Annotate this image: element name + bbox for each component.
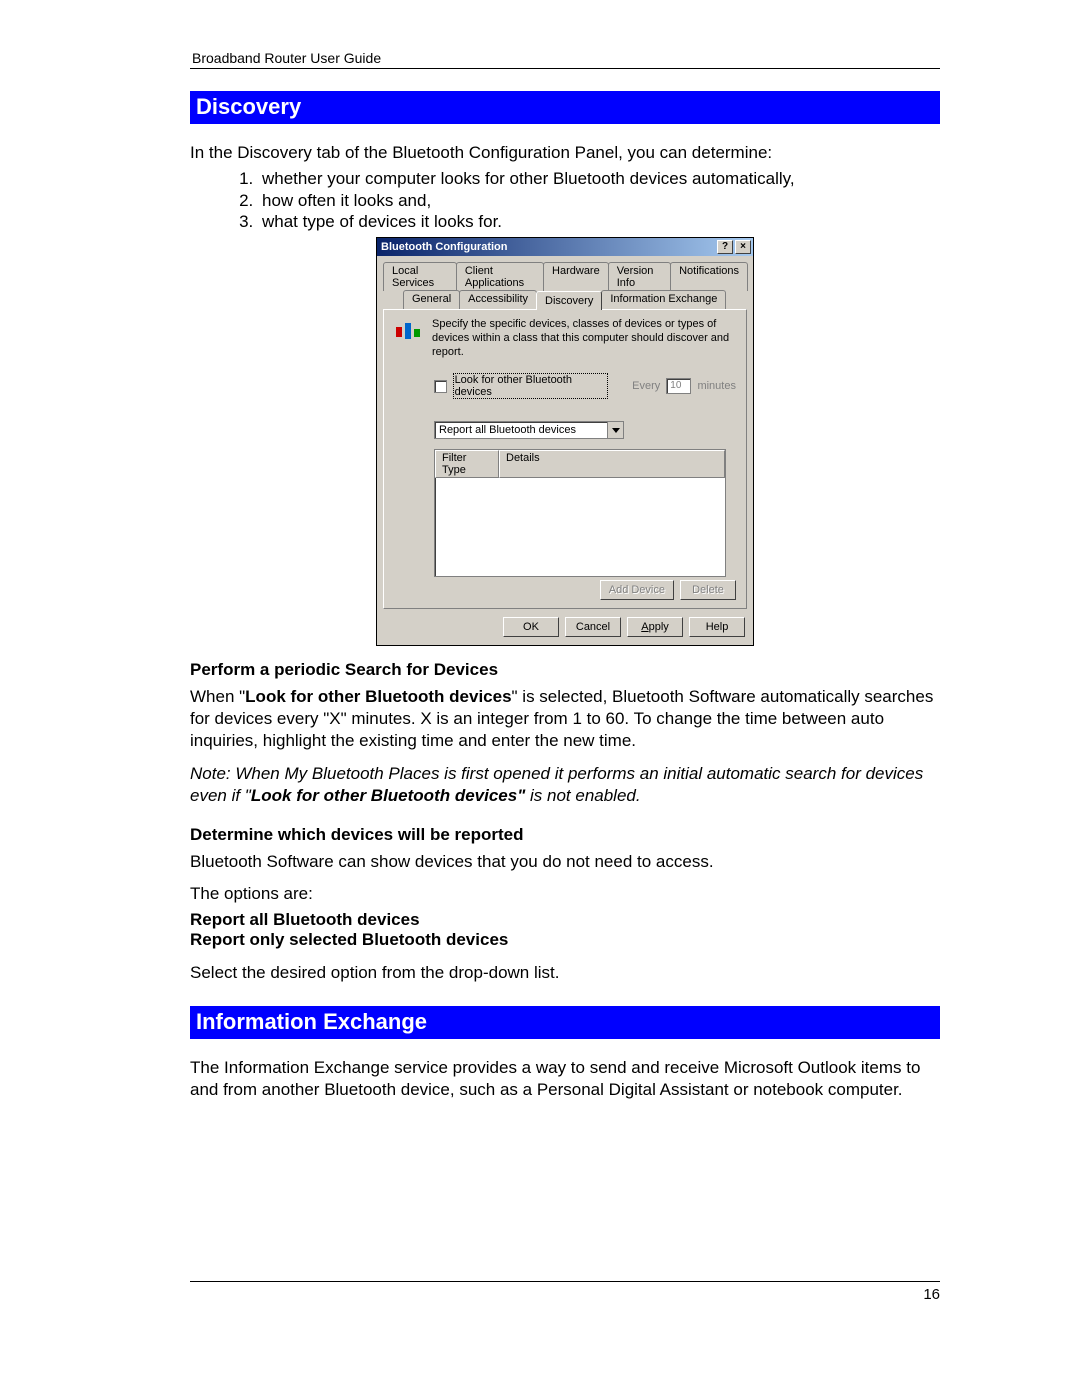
tab-row-2: General Accessibility Discovery Informat… [383,290,747,309]
close-icon: × [740,242,746,252]
look-checkbox-label[interactable]: Look for other Bluetooth devices [453,373,609,399]
header-rule [190,68,940,69]
every-label: Every [632,380,660,392]
periodic-note: Note: When My Bluetooth Places is first … [190,763,940,807]
option-report-selected: Report only selected Bluetooth devices [190,930,940,950]
titlebar-close-button[interactable]: × [735,240,751,254]
col-filter-type[interactable]: Filter Type [435,450,499,478]
bluetooth-config-dialog: Bluetooth Configuration ? × Local Servic… [376,237,754,646]
determine-p1: Bluetooth Software can show devices that… [190,851,940,873]
filter-list-header: Filter Type Details [435,450,725,478]
options-block: Report all Bluetooth devices Report only… [190,910,940,950]
section-heading-discovery: Discovery [190,91,940,124]
page: Broadband Router User Guide Discovery In… [0,0,1080,1397]
chevron-down-icon[interactable] [607,422,623,438]
discovery-tab-panel: Specify the specific devices, classes of… [383,309,747,609]
filter-listbox[interactable]: Filter Type Details [434,449,726,577]
info-exchange-p1: The Information Exchange service provide… [190,1057,940,1101]
ok-button[interactable]: OK [503,617,559,637]
text-bold: Look for other Bluetooth devices [245,687,511,706]
tab-notifications[interactable]: Notifications [670,262,748,291]
apply-underline: A [641,621,648,633]
dialog-titlebar[interactable]: Bluetooth Configuration ? × [377,238,753,256]
look-checkbox[interactable] [434,380,447,393]
subheading-periodic-search: Perform a periodic Search for Devices [190,660,940,680]
tab-discovery[interactable]: Discovery [536,291,602,310]
apply-rest: pply [649,621,669,633]
page-number: 16 [190,1286,940,1303]
discovery-list-item: what type of devices it looks for. [258,211,940,233]
discovery-description: Specify the specific devices, classes of… [432,318,736,359]
tab-local-services[interactable]: Local Services [383,262,457,291]
dialog-body: Local Services Client Applications Hardw… [377,256,753,645]
discovery-intro: In the Discovery tab of the Bluetooth Co… [190,142,940,164]
apply-button[interactable]: Apply [627,617,683,637]
dialog-container: Bluetooth Configuration ? × Local Servic… [190,237,940,646]
tab-hardware[interactable]: Hardware [543,262,609,291]
determine-p3: Select the desired option from the drop-… [190,962,940,984]
bluetooth-icon [394,320,422,342]
cancel-button[interactable]: Cancel [565,617,621,637]
help-button[interactable]: Help [689,617,745,637]
tab-information-exchange[interactable]: Information Exchange [601,290,726,309]
dialog-button-row: OK Cancel Apply Help [383,609,747,637]
discovery-list-item: how often it looks and, [258,190,940,212]
delete-button[interactable]: Delete [680,580,736,600]
report-dropdown[interactable]: Report all Bluetooth devices [434,421,624,439]
tab-general[interactable]: General [403,290,460,309]
every-minutes-input[interactable]: 10 [666,378,691,394]
tab-row-1: Local Services Client Applications Hardw… [383,262,747,291]
text: When " [190,687,245,706]
look-for-devices-row: Look for other Bluetooth devices Every 1… [434,373,736,399]
report-dropdown-value: Report all Bluetooth devices [435,424,607,436]
page-header: Broadband Router User Guide [190,50,940,66]
option-report-all: Report all Bluetooth devices [190,910,940,930]
titlebar-help-button[interactable]: ? [717,240,733,254]
section-heading-info-exchange: Information Exchange [190,1006,940,1039]
text: is not enabled. [525,786,640,805]
col-details[interactable]: Details [499,450,725,478]
footer-rule [190,1281,940,1282]
dialog-title: Bluetooth Configuration [381,241,507,253]
add-device-button[interactable]: Add Device [600,580,674,600]
help-icon: ? [722,242,728,252]
tab-version-info[interactable]: Version Info [608,262,671,291]
discovery-list-item: whether your computer looks for other Bl… [258,168,940,190]
discovery-list: whether your computer looks for other Bl… [190,168,940,233]
minutes-label: minutes [697,380,736,392]
tab-client-applications[interactable]: Client Applications [456,262,544,291]
subheading-determine-devices: Determine which devices will be reported [190,825,940,845]
text-bold: Look for other Bluetooth devices" [251,786,525,805]
periodic-p1: When "Look for other Bluetooth devices" … [190,686,940,751]
determine-p2: The options are: [190,883,940,905]
tab-accessibility[interactable]: Accessibility [459,290,537,309]
